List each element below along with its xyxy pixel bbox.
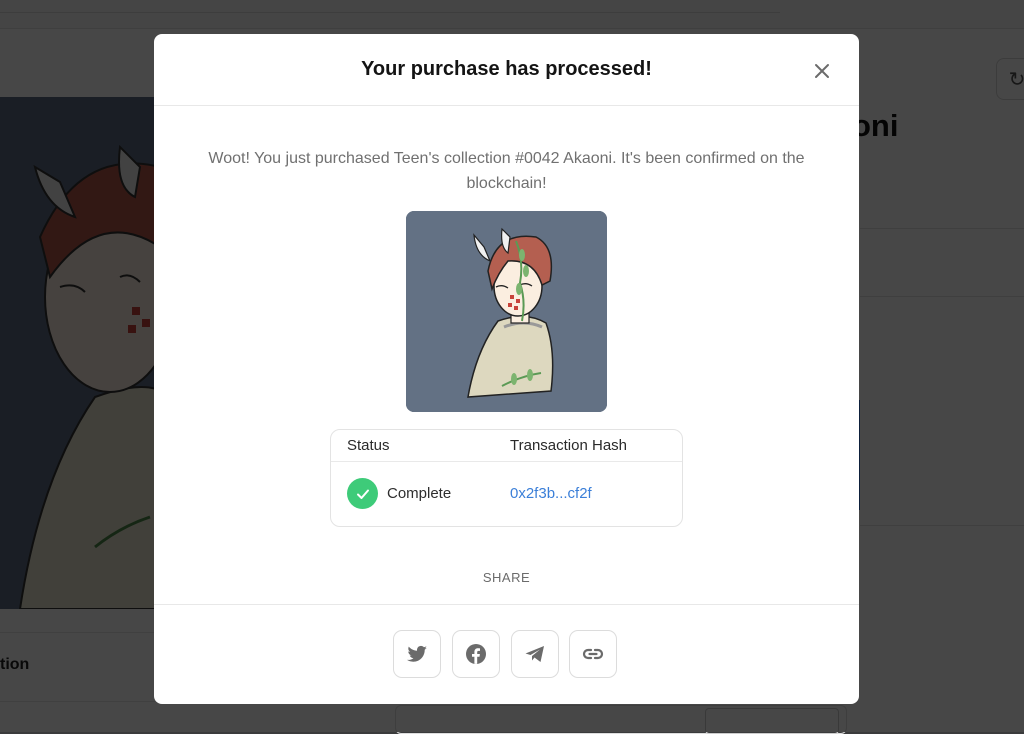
status-value: Complete [387, 485, 452, 502]
share-twitter-button[interactable] [393, 630, 441, 678]
purchase-message: Woot! You just purchased Teen's collecti… [208, 150, 805, 192]
check-icon [356, 489, 369, 499]
share-label: SHARE [482, 570, 531, 585]
twitter-icon [407, 645, 427, 662]
status-column-header: Status [347, 437, 390, 454]
share-facebook-button[interactable] [452, 630, 500, 678]
footer-divider [154, 604, 859, 605]
share-telegram-button[interactable] [511, 630, 559, 678]
close-button[interactable] [810, 59, 834, 83]
purchase-modal: Your purchase has processed! Woot! You j… [154, 34, 859, 704]
close-icon [815, 64, 829, 78]
transaction-status-table: Status Transaction Hash Complete 0x2f3b.… [330, 429, 683, 527]
modal-header: Your purchase has processed! [154, 34, 859, 106]
facebook-icon [466, 644, 486, 664]
telegram-icon [525, 646, 544, 662]
nft-image [406, 211, 607, 412]
transaction-hash-link[interactable]: 0x2f3b...cf2f [510, 485, 592, 502]
hash-column-header: Transaction Hash [510, 437, 627, 454]
table-header-row: Status Transaction Hash [331, 430, 682, 462]
modal-title: Your purchase has processed! [361, 58, 652, 80]
success-badge [347, 478, 378, 509]
share-link-button[interactable] [569, 630, 617, 678]
link-icon [582, 648, 604, 660]
